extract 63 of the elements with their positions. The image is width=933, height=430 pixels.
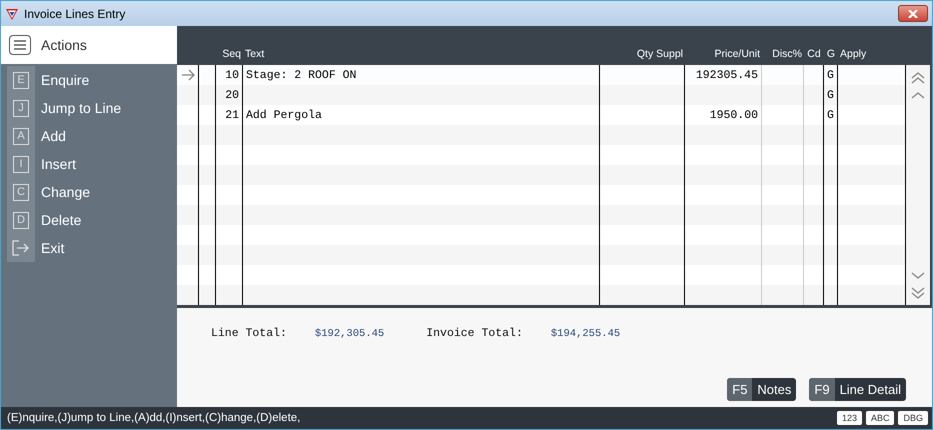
menu-icon[interactable] [9, 35, 31, 55]
panel-title: Actions [41, 37, 87, 53]
scroll-down-icon[interactable] [911, 272, 925, 279]
action-item[interactable]: A Add [1, 122, 177, 150]
table-cell: G [827, 88, 834, 102]
current-row-arrow-icon [180, 69, 194, 81]
table-row[interactable]: 10 Stage: 2 ROOF ON 192305.45 G [177, 65, 905, 85]
table-cell: 21 [225, 108, 239, 122]
action-item[interactable]: I Insert [1, 150, 177, 178]
column-header: Seq [221, 48, 242, 62]
total-value: $194,255.45 [550, 328, 620, 340]
app-logo-icon [5, 6, 19, 20]
close-button[interactable] [898, 5, 928, 22]
action-label: Enquire [41, 72, 90, 88]
action-label: Change [41, 184, 90, 200]
status-badge: 123 [836, 411, 862, 425]
key-badge: C [13, 184, 29, 200]
table-cell: 20 [225, 88, 239, 102]
function-key-button[interactable]: F9 Line Detail [809, 378, 906, 401]
status-badge: ABC [866, 411, 894, 425]
column-header: Price/Unit [713, 48, 761, 62]
column-header: Qty Suppl [636, 48, 684, 62]
close-icon [908, 10, 918, 18]
table-cell: Add Pergola [246, 108, 322, 122]
key-badge: I [13, 156, 29, 172]
action-label: Delete [41, 212, 82, 228]
function-key-button[interactable]: F5 Notes [727, 378, 796, 401]
table-row[interactable]: 20 G [177, 85, 905, 105]
column-header: Text [244, 48, 266, 62]
scroll-top-icon[interactable] [911, 72, 925, 84]
exit-icon [12, 240, 30, 256]
table-cell: 1950.00 [710, 108, 758, 122]
action-label: Insert [41, 156, 76, 172]
action-label: Jump to Line [41, 100, 122, 116]
column-header: Cd [806, 48, 822, 62]
action-label: Add [41, 128, 66, 144]
scroll-bottom-icon[interactable] [911, 287, 925, 299]
table-row[interactable]: 21 Add Pergola 1950.00 G [177, 105, 905, 125]
key-badge: E [13, 72, 29, 88]
action-item[interactable]: C Change [1, 178, 177, 206]
column-header: G [826, 48, 836, 62]
action-item[interactable]: J Jump to Line [1, 94, 177, 122]
column-header: Apply [839, 48, 868, 62]
total-value: $192,305.45 [314, 328, 384, 340]
key-badge: A [13, 128, 29, 144]
table-cell: G [827, 68, 834, 82]
table-cell: 192305.45 [696, 68, 758, 82]
table-cell: 10 [225, 68, 239, 82]
action-item[interactable]: D Delete [1, 206, 177, 234]
status-text: (E)nquire,(J)ump to Line,(A)dd,(I)nsert,(C)hange,(D)elete, [7, 412, 300, 424]
column-header: Disc% [771, 48, 803, 62]
key-badge: D [13, 212, 29, 228]
total-label: Invoice Total: [426, 327, 523, 340]
total-label: Line Total: [211, 327, 287, 340]
table-cell: Stage: 2 ROOF ON [246, 68, 356, 82]
action-label: Exit [41, 240, 64, 256]
table-cell: G [827, 108, 834, 122]
action-item[interactable]: E Enquire [1, 66, 177, 94]
key-badge: J [13, 100, 29, 116]
window-title: Invoice Lines Entry [24, 6, 126, 20]
scroll-up-icon[interactable] [911, 92, 925, 99]
action-item[interactable]: Exit [1, 234, 177, 262]
status-badge: DBG [898, 411, 928, 425]
